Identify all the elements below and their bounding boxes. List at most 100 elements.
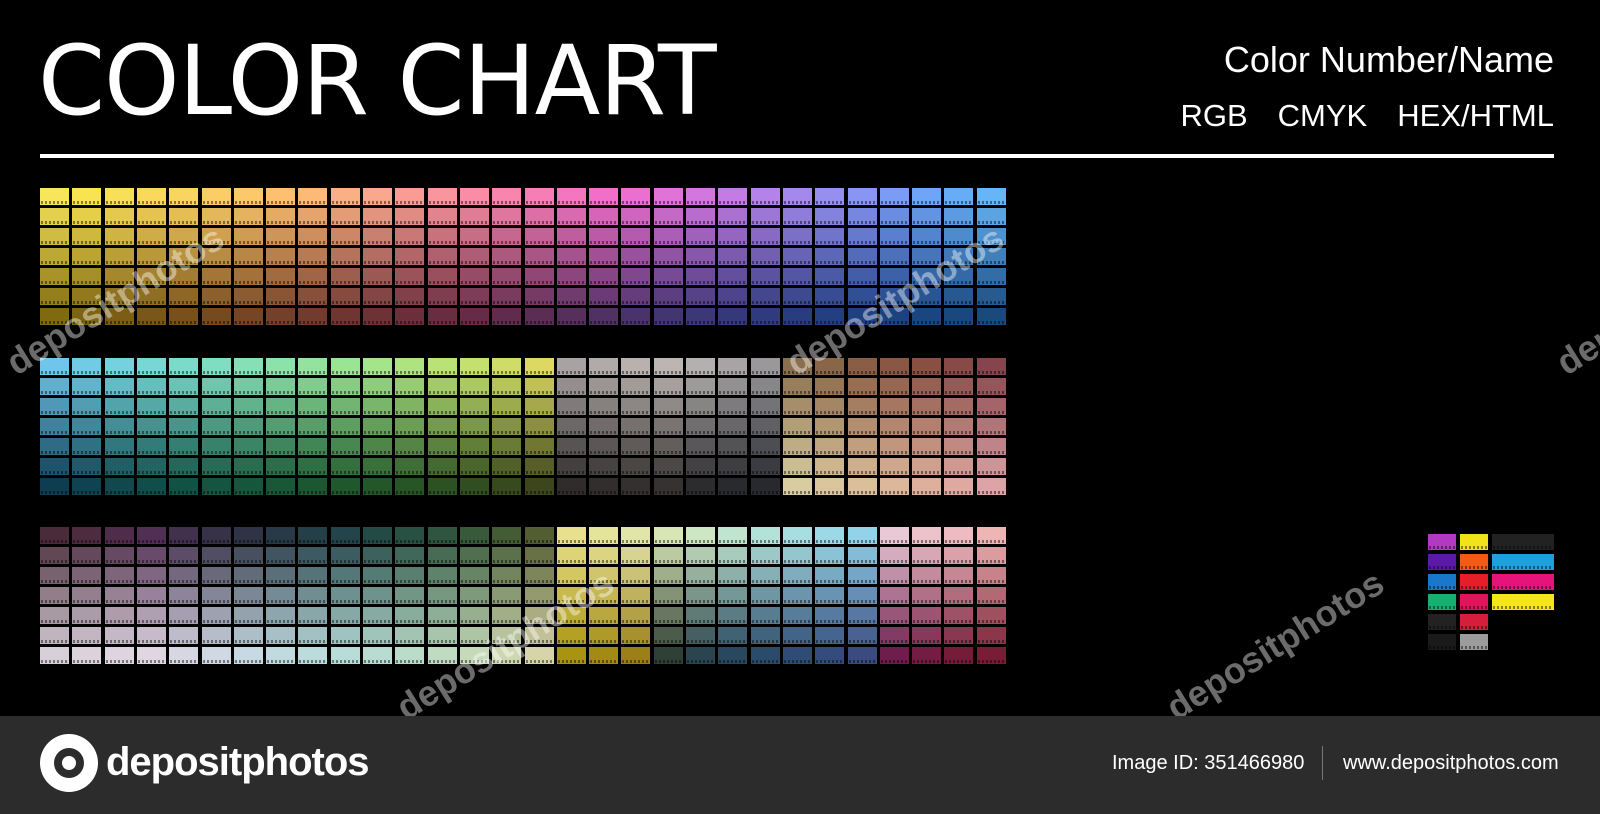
block3-swatch — [782, 627, 812, 644]
block1-swatch — [395, 188, 425, 205]
special-swatch — [1460, 594, 1488, 610]
block3-swatch — [815, 527, 845, 544]
block1-swatch — [815, 208, 845, 225]
block1-swatch — [589, 248, 619, 265]
block1-swatch — [524, 228, 554, 245]
block1-swatch — [427, 288, 457, 305]
block3-swatch — [72, 647, 102, 664]
block1-swatch — [233, 268, 263, 285]
block1-swatch — [912, 308, 942, 325]
block3-swatch — [136, 547, 166, 564]
block1-swatch — [750, 188, 780, 205]
block1-swatch — [524, 288, 554, 305]
block2-swatch — [298, 398, 328, 415]
block3-swatch — [72, 567, 102, 584]
block1-swatch — [459, 288, 489, 305]
block3-swatch — [556, 647, 586, 664]
block1-swatch — [718, 248, 748, 265]
block3-swatch — [233, 587, 263, 604]
block3-swatch — [815, 547, 845, 564]
block1-swatch — [750, 288, 780, 305]
block2-swatch — [718, 458, 748, 475]
brand-name[interactable]: depositphotos — [106, 734, 370, 790]
block3-swatch — [395, 627, 425, 644]
block2-swatch — [330, 458, 360, 475]
block3-swatch — [589, 647, 619, 664]
block2-swatch — [556, 478, 586, 495]
block3-swatch — [524, 527, 554, 544]
block2-swatch — [395, 358, 425, 375]
block1-swatch — [395, 248, 425, 265]
block3-swatch — [879, 547, 909, 564]
block2-swatch — [298, 478, 328, 495]
block1-swatch — [815, 228, 845, 245]
block1-swatch — [718, 188, 748, 205]
block3-swatch — [492, 547, 522, 564]
block2-swatch — [395, 458, 425, 475]
block2-swatch — [847, 478, 877, 495]
block2-swatch — [459, 418, 489, 435]
block1-swatch — [330, 268, 360, 285]
block1-swatch — [621, 188, 651, 205]
block1-swatch — [330, 288, 360, 305]
block2-swatch — [459, 378, 489, 395]
block3-swatch — [169, 527, 199, 544]
block3-swatch — [782, 587, 812, 604]
block2-swatch — [72, 418, 102, 435]
block2-swatch — [201, 358, 231, 375]
block3-swatch — [879, 647, 909, 664]
block1-swatch — [459, 228, 489, 245]
block2-swatch — [72, 378, 102, 395]
block3-swatch — [104, 547, 134, 564]
footer-divider — [1322, 746, 1323, 780]
block3-swatch — [233, 527, 263, 544]
block2-swatch — [879, 358, 909, 375]
block2-swatch — [266, 358, 296, 375]
block2-swatch — [815, 358, 845, 375]
block3-swatch — [912, 587, 942, 604]
block2-swatch — [556, 398, 586, 415]
block2-swatch — [621, 478, 651, 495]
block1-swatch — [459, 268, 489, 285]
site-url-link[interactable]: www.depositphotos.com — [1343, 750, 1559, 776]
block2-swatch — [233, 458, 263, 475]
block2-swatch — [750, 458, 780, 475]
block1-swatch — [395, 288, 425, 305]
block3-swatch — [524, 567, 554, 584]
block3-swatch — [686, 587, 715, 604]
block1-swatch — [40, 248, 69, 265]
block2-swatch — [492, 418, 522, 435]
depositphotos-logo-icon[interactable] — [40, 734, 98, 792]
block2-swatch — [912, 478, 942, 495]
block3-swatch — [686, 647, 715, 664]
block3-swatch — [944, 547, 974, 564]
block3-swatch — [750, 567, 780, 584]
block2-swatch — [686, 398, 715, 415]
block3-swatch — [427, 587, 457, 604]
block3-swatch — [459, 527, 489, 544]
block2-swatch — [395, 438, 425, 455]
block2-swatch — [847, 458, 877, 475]
block3-swatch — [621, 567, 651, 584]
block1-swatch — [621, 228, 651, 245]
block2-swatch — [169, 438, 199, 455]
block1-swatch — [524, 208, 554, 225]
block2-swatch — [718, 418, 748, 435]
block2-swatch — [395, 478, 425, 495]
block3-swatch — [976, 567, 1006, 584]
block2-swatch — [589, 438, 619, 455]
block2-swatch — [459, 458, 489, 475]
block3-swatch — [298, 567, 328, 584]
block2-swatch — [201, 418, 231, 435]
block2-swatch — [459, 438, 489, 455]
block3-swatch — [976, 527, 1006, 544]
block1-swatch — [718, 208, 748, 225]
block1-swatch — [363, 248, 392, 265]
block2-swatch — [815, 398, 845, 415]
block2-swatch — [298, 358, 328, 375]
block2-swatch — [976, 378, 1006, 395]
block2-swatch — [169, 478, 199, 495]
block3-swatch — [298, 527, 328, 544]
block1-swatch — [653, 208, 683, 225]
block2-swatch — [233, 378, 263, 395]
